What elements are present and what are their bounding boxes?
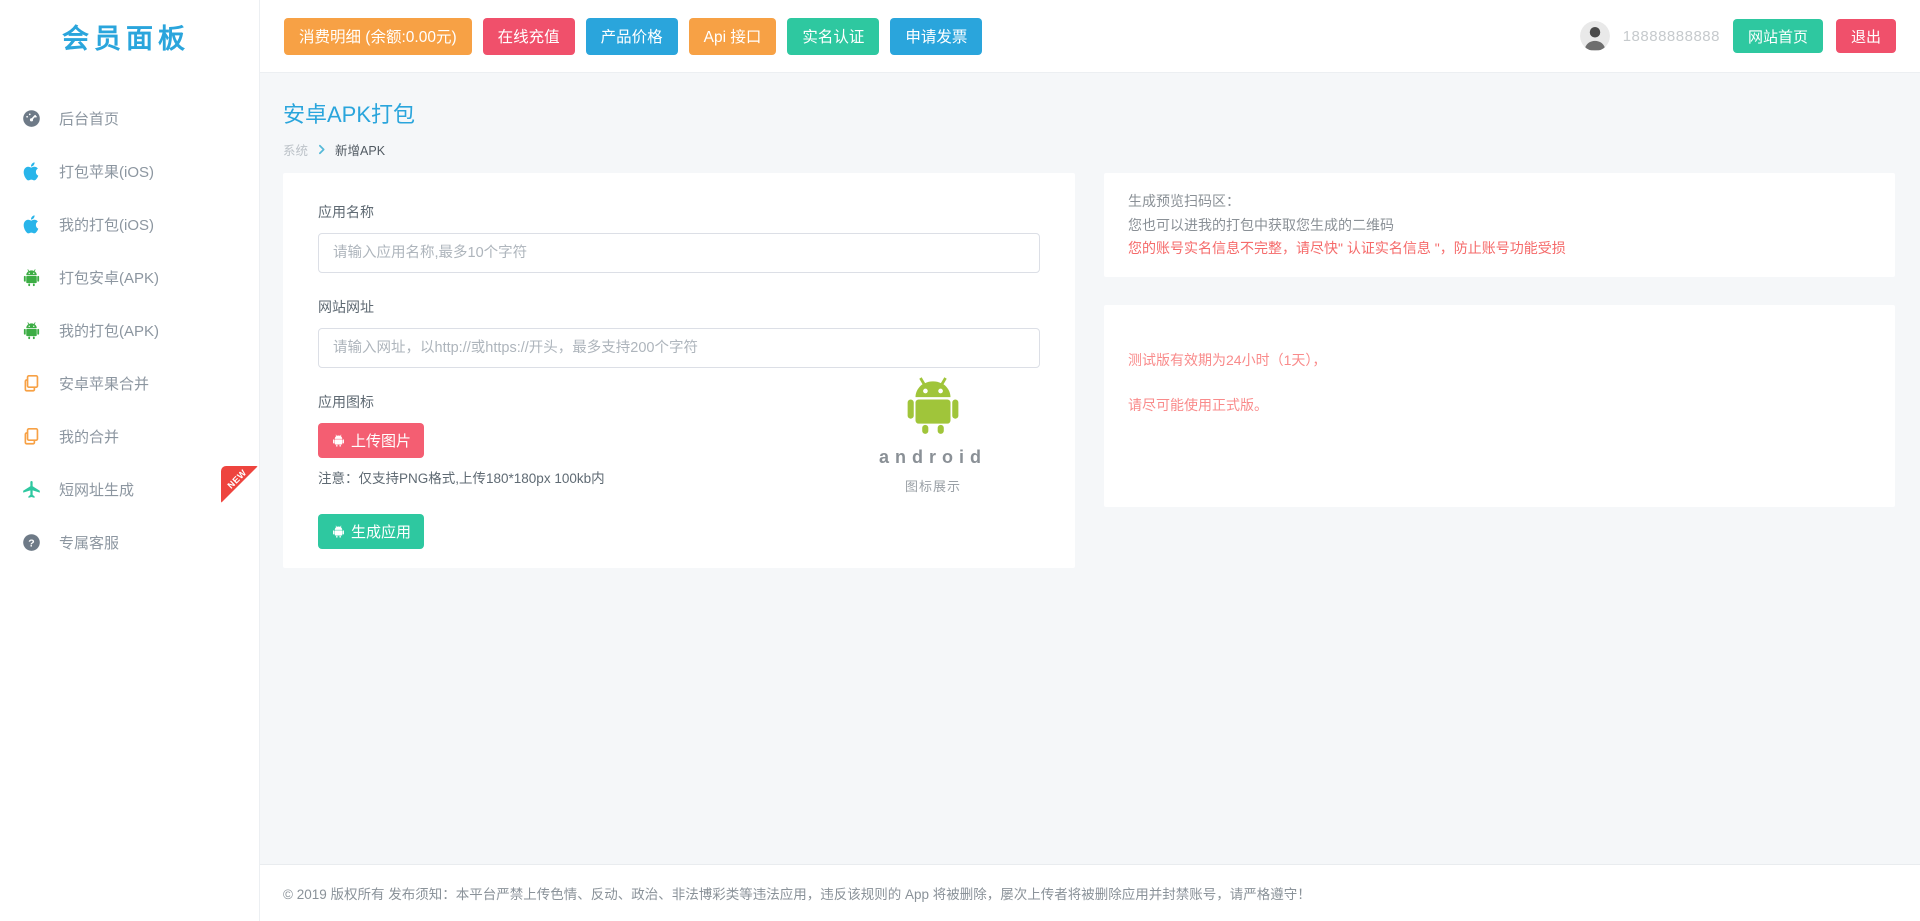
android-icon xyxy=(21,267,42,288)
recharge-button[interactable]: 在线充值 xyxy=(483,18,575,55)
topbar: 消费明细 (余额:0.00元) 在线充值 产品价格 Api 接口 实名认证 申请… xyxy=(260,0,1920,73)
realname-warning-text[interactable]: 您的账号实名信息不完整，请尽快" 认证实名信息 "，防止账号功能受损 xyxy=(1128,237,1871,261)
app-name-label: 应用名称 xyxy=(318,202,1040,222)
plane-icon xyxy=(21,479,42,500)
apple-icon xyxy=(21,214,42,235)
sidebar-item-dashboard[interactable]: 后台首页 xyxy=(0,92,259,145)
brand-icon xyxy=(13,17,53,57)
sidebar-item-label: 安卓苹果合并 xyxy=(59,373,149,394)
sidebar-item-label: 我的打包(APK) xyxy=(59,320,159,341)
generate-app-button[interactable]: 生成应用 xyxy=(318,514,424,549)
preview-line-2: 您也可以进我的打包中获取您生成的二维码 xyxy=(1128,214,1871,238)
sidebar-item-label: 后台首页 xyxy=(59,108,119,129)
sidebar-item-label: 我的合并 xyxy=(59,426,119,447)
sidebar: 会员面板 后台首页 打包苹果(iOS) 我的打包(iOS) 打包安卓(APK) … xyxy=(0,0,260,921)
user-phone: 18888888888 xyxy=(1623,28,1720,45)
sidebar-menu: 后台首页 打包苹果(iOS) 我的打包(iOS) 打包安卓(APK) 我的打包(… xyxy=(0,73,259,569)
sidebar-item-label: 打包安卓(APK) xyxy=(59,267,159,288)
upload-image-button[interactable]: 上传图片 xyxy=(318,423,424,458)
realname-auth-button[interactable]: 实名认证 xyxy=(787,18,879,55)
site-url-label: 网站网址 xyxy=(318,297,1040,317)
notice-line-2: 请尽可能使用正式版。 xyxy=(1128,395,1871,415)
breadcrumb: 系统 新增APK xyxy=(283,140,1897,159)
copy-icon xyxy=(21,373,42,394)
page-title: 安卓APK打包 xyxy=(283,97,1897,129)
site-url-input[interactable] xyxy=(318,328,1040,368)
consumption-detail-button[interactable]: 消费明细 (余额:0.00元) xyxy=(284,18,472,55)
sidebar-item-apk-package[interactable]: 打包安卓(APK) xyxy=(0,251,259,304)
brand-logo[interactable]: 会员面板 xyxy=(0,0,259,73)
android-icon xyxy=(331,433,346,448)
footer-copyright-text: © 2019 版权所有 发布须知：本平台严禁上传色情、反动、政治、非法博彩类等违… xyxy=(283,887,1311,902)
sidebar-item-label: 打包苹果(iOS) xyxy=(59,161,154,182)
apk-form-card: 应用名称 网站网址 应用图标 上传图片 注意：仅支持PNG格式,上传180*18… xyxy=(283,173,1075,568)
android-logo-icon xyxy=(898,370,968,440)
sidebar-item-label: 短网址生成 xyxy=(59,479,134,500)
product-price-button[interactable]: 产品价格 xyxy=(586,18,678,55)
invoice-button[interactable]: 申请发票 xyxy=(890,18,982,55)
sidebar-item-label: 我的打包(iOS) xyxy=(59,214,154,235)
sidebar-item-apk-my[interactable]: 我的打包(APK) xyxy=(0,304,259,357)
apple-icon xyxy=(21,161,42,182)
sidebar-item-merge-my[interactable]: 我的合并 xyxy=(0,410,259,463)
sidebar-item-shorturl[interactable]: 短网址生成 NEW xyxy=(0,463,259,516)
sidebar-item-merge[interactable]: 安卓苹果合并 xyxy=(0,357,259,410)
sidebar-item-ios-package[interactable]: 打包苹果(iOS) xyxy=(0,145,259,198)
preview-line-1: 生成预览扫码区： xyxy=(1128,190,1871,214)
icon-preview-caption: 图标展示 xyxy=(833,476,1033,495)
breadcrumb-current: 新增APK xyxy=(335,140,385,159)
footer: © 2019 版权所有 发布须知：本平台严禁上传色情、反动、政治、非法博彩类等违… xyxy=(260,864,1920,921)
notice-line-1: 测试版有效期为24小时（1天）， xyxy=(1128,350,1871,370)
sidebar-item-ios-my[interactable]: 我的打包(iOS) xyxy=(0,198,259,251)
logout-button[interactable]: 退出 xyxy=(1836,19,1896,53)
brand-name: 会员面板 xyxy=(62,17,190,56)
avatar[interactable] xyxy=(1580,21,1610,51)
question-icon xyxy=(21,532,42,553)
sidebar-item-label: 专属客服 xyxy=(59,532,119,553)
dashboard-icon xyxy=(21,108,42,129)
main-content: 安卓APK打包 系统 新增APK 应用名称 网站网址 应用图标 上传图片 注意：… xyxy=(260,73,1920,864)
site-home-button[interactable]: 网站首页 xyxy=(1733,19,1823,53)
copy-icon xyxy=(21,426,42,447)
sidebar-item-support[interactable]: 专属客服 xyxy=(0,516,259,569)
user-area: 18888888888 网站首页 退出 xyxy=(1580,19,1896,53)
app-icon-preview: android 图标展示 xyxy=(833,370,1033,495)
android-icon xyxy=(331,524,346,539)
qr-preview-card: 生成预览扫码区： 您也可以进我的打包中获取您生成的二维码 您的账号实名信息不完整… xyxy=(1104,173,1895,277)
chevron-right-icon xyxy=(315,143,328,156)
trial-notice-card: 测试版有效期为24小时（1天）， 请尽可能使用正式版。 xyxy=(1104,305,1895,507)
new-ribbon-badge: NEW xyxy=(221,466,258,503)
app-name-input[interactable] xyxy=(318,233,1040,273)
api-button[interactable]: Api 接口 xyxy=(689,18,777,55)
breadcrumb-root[interactable]: 系统 xyxy=(283,140,308,159)
android-icon xyxy=(21,320,42,341)
android-wordmark: android xyxy=(833,447,1033,468)
